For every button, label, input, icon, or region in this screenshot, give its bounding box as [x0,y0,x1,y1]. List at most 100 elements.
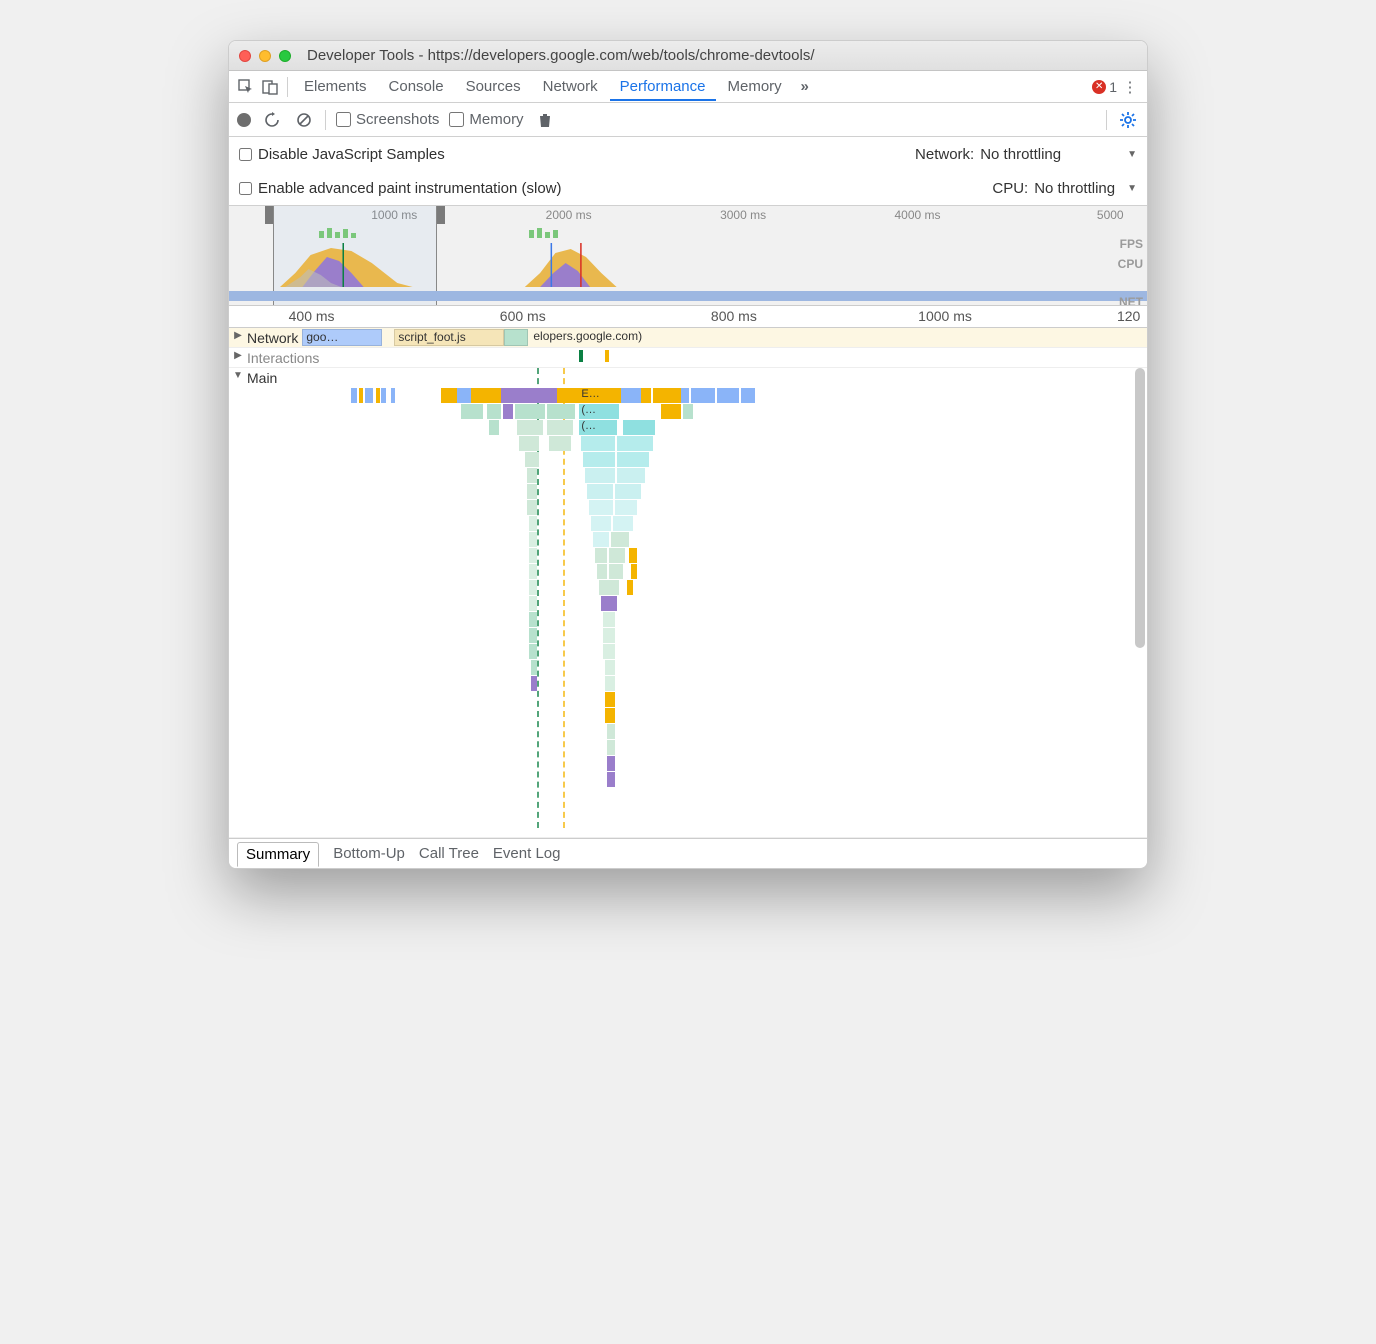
flame-bar[interactable] [717,388,739,403]
network-item[interactable]: script_foot.js [394,329,504,346]
flame-bar[interactable] [529,596,537,611]
flame-bar[interactable] [529,564,537,579]
flame-bar[interactable] [583,452,615,467]
flame-bar[interactable] [631,564,637,579]
flame-bar[interactable]: (… [579,420,617,435]
flame-bar[interactable] [641,388,651,403]
flame-bar[interactable] [607,740,615,755]
close-window-button[interactable] [239,50,251,62]
flame-bar[interactable] [391,388,395,403]
flame-bar[interactable] [531,660,537,675]
flame-bar[interactable] [547,420,573,435]
flame-bar[interactable] [547,404,575,419]
flame-bar[interactable] [607,772,615,787]
flame-bar[interactable] [527,468,537,483]
paint-instrumentation-checkbox[interactable]: Enable advanced paint instrumentation (s… [239,180,562,197]
vertical-scrollbar[interactable] [1135,368,1145,648]
flame-bar[interactable] [376,388,380,403]
details-tab-calltree[interactable]: Call Tree [419,845,479,862]
flame-bar[interactable] [629,548,637,563]
capture-settings-icon[interactable] [1117,109,1139,131]
flame-bar[interactable] [593,532,609,547]
details-tab-summary[interactable]: Summary [237,842,319,867]
flame-bar[interactable] [603,628,615,643]
memory-checkbox[interactable]: Memory [449,111,523,128]
screenshots-checkbox[interactable]: Screenshots [336,111,439,128]
record-button[interactable] [237,113,251,127]
flame-bar[interactable] [515,404,545,419]
flame-bar[interactable] [691,388,715,403]
flame-bar[interactable] [621,388,641,403]
flame-bar[interactable] [529,548,537,563]
screenshots-input[interactable] [336,112,351,127]
flame-bar[interactable] [617,468,645,483]
flame-bar[interactable] [557,388,579,403]
range-handle-left[interactable] [265,206,273,224]
flame-bar[interactable]: E… [579,388,621,403]
flame-bar[interactable] [503,404,513,419]
flame-bar[interactable]: (… [579,404,619,419]
flame-bar[interactable] [597,564,607,579]
flame-bar[interactable] [607,756,615,771]
garbage-collect-icon[interactable] [534,109,556,131]
tab-memory[interactable]: Memory [718,72,792,101]
main-track[interactable]: ▼ Main E… [229,368,1147,838]
flame-bar[interactable] [585,468,615,483]
flame-bar[interactable] [681,388,689,403]
tab-elements[interactable]: Elements [294,72,377,101]
flame-bar[interactable] [609,548,625,563]
flame-bar[interactable] [519,436,539,451]
network-item[interactable]: elopers.google.com) [530,329,1130,346]
flame-bar[interactable] [489,420,499,435]
flame-bar[interactable] [613,516,633,531]
flame-bar[interactable] [529,516,537,531]
disable-js-samples-checkbox[interactable]: Disable JavaScript Samples [239,146,445,163]
interactions-track[interactable]: ▶ Interactions [229,348,1147,368]
flame-bar[interactable] [601,596,617,611]
flame-bar[interactable] [527,500,537,515]
flame-bar[interactable] [529,612,537,627]
flame-bar[interactable] [591,516,611,531]
zoom-window-button[interactable] [279,50,291,62]
flame-bar[interactable] [617,452,649,467]
expand-icon[interactable]: ▶ [229,328,247,347]
flame-bar[interactable] [461,404,483,419]
disable-js-input[interactable] [239,148,252,161]
flame-bar[interactable] [381,388,386,403]
network-item[interactable]: goo… [302,329,382,346]
network-item[interactable] [504,329,528,346]
flame-bar[interactable] [529,628,537,643]
flame-bar[interactable] [365,388,373,403]
collapse-icon[interactable]: ▼ [229,368,247,837]
flame-bar[interactable] [529,532,537,547]
paint-instr-input[interactable] [239,182,252,195]
error-indicator[interactable]: ✕ 1 [1092,79,1117,95]
flame-bar[interactable] [611,532,629,547]
flame-bar[interactable] [605,708,615,723]
flame-bar[interactable] [359,388,363,403]
flame-bar[interactable] [487,404,501,419]
cpu-throttle-select[interactable]: CPU: No throttling ▼ [992,180,1137,197]
flame-bar[interactable] [623,420,655,435]
flame-bar[interactable] [351,388,357,403]
reload-record-icon[interactable] [261,109,283,131]
memory-input[interactable] [449,112,464,127]
flame-bar[interactable] [525,452,539,467]
flame-bar[interactable] [595,548,607,563]
minimize-window-button[interactable] [259,50,271,62]
flame-bar[interactable] [607,724,615,739]
range-handle-right[interactable] [437,206,445,224]
flame-bar[interactable] [581,436,615,451]
clear-icon[interactable] [293,109,315,131]
flame-chart[interactable]: E… (… (… [281,368,1147,828]
flame-bar[interactable] [627,580,633,595]
flame-bar[interactable] [599,580,619,595]
kebab-menu-icon[interactable]: ⋮ [1119,76,1141,98]
device-toolbar-icon[interactable] [259,76,281,98]
flame-bar[interactable] [441,388,457,403]
flame-bar[interactable] [605,676,615,691]
flame-bar[interactable] [617,436,653,451]
flame-bar[interactable] [661,404,681,419]
flame-bar[interactable] [527,484,537,499]
flame-bar[interactable] [501,388,537,403]
